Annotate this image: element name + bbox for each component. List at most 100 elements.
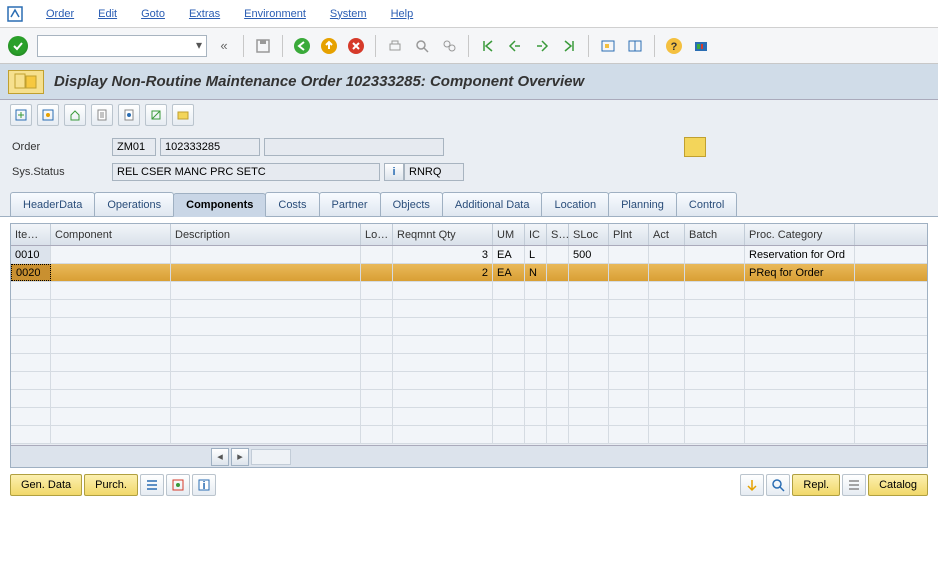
col-item[interactable]: Ite… [11,224,51,245]
purch-button[interactable]: Purch. [84,474,138,496]
repl-button[interactable]: Repl. [792,474,840,496]
col-description[interactable]: Description [171,224,361,245]
separator [375,35,376,57]
tab-costs[interactable]: Costs [265,192,319,216]
menu-order[interactable]: Order [46,8,74,20]
user-status-field: RNRQ [404,163,464,181]
col-s[interactable]: S… [547,224,569,245]
last-page-icon[interactable] [557,34,581,58]
col-plnt[interactable]: Plnt [609,224,649,245]
cell-sloc: 500 [569,246,609,263]
menu-environment[interactable]: Environment [244,8,306,20]
catalog-button[interactable]: Catalog [868,474,928,496]
cancel-icon[interactable] [344,34,368,58]
app-btn-5[interactable] [118,104,140,126]
scroll-right-icon[interactable]: ▸ [231,448,249,466]
grid-body: 0010 3 EA L 500 Reservation for Ord 0020… [11,246,927,445]
first-page-icon[interactable] [476,34,500,58]
col-act[interactable]: Act [649,224,685,245]
command-field[interactable] [37,35,207,57]
grid-row[interactable]: 0010 3 EA L 500 Reservation for Ord [11,246,927,264]
menu-system[interactable]: System [330,8,367,20]
cell-um: EA [493,246,525,263]
tab-additional-data[interactable]: Additional Data [442,192,543,216]
cell-lo [361,246,393,263]
scroll-left-icon[interactable]: ◂ [211,448,229,466]
list-icon[interactable] [140,474,164,496]
title-bar: Display Non-Routine Maintenance Order 10… [0,64,938,100]
cell-desc [171,264,361,281]
tab-location[interactable]: Location [541,192,609,216]
cell-ic: N [525,264,547,281]
col-component[interactable]: Component [51,224,171,245]
find-icon[interactable] [410,34,434,58]
menu-bar: Order Edit Goto Extras Environment Syste… [0,0,938,28]
help-icon[interactable]: ? [662,34,686,58]
order-desc-field [264,138,444,156]
col-um[interactable]: UM [493,224,525,245]
menu-goto[interactable]: Goto [141,8,165,20]
grid-row[interactable]: 0020 2 EA N PReq for Order [11,264,927,282]
status-info-icon[interactable]: i [384,163,404,181]
col-reqmnt-qty[interactable]: Reqmnt Qty [393,224,493,245]
col-proc-category[interactable]: Proc. Category [745,224,855,245]
customize-icon[interactable] [689,34,713,58]
tab-headerdata[interactable]: HeaderData [10,192,95,216]
assign-icon[interactable] [740,474,764,496]
gen-data-button[interactable]: Gen. Data [10,474,82,496]
tab-planning[interactable]: Planning [608,192,677,216]
prev-page-icon[interactable] [503,34,527,58]
cell-component [51,264,171,281]
app-btn-4[interactable] [91,104,113,126]
standard-toolbar: « ? [0,28,938,64]
tab-control[interactable]: Control [676,192,737,216]
tab-components[interactable]: Components [173,193,266,217]
find-next-icon[interactable] [437,34,461,58]
new-session-icon[interactable] [596,34,620,58]
info-icon[interactable]: i [192,474,216,496]
col-ic[interactable]: IC [525,224,547,245]
save-icon[interactable] [251,34,275,58]
menu-help[interactable]: Help [391,8,414,20]
app-btn-1[interactable] [10,104,32,126]
tab-objects[interactable]: Objects [380,192,443,216]
next-page-icon[interactable] [530,34,554,58]
grid-row-empty [11,318,927,336]
grid-row-empty [11,372,927,390]
app-btn-7[interactable] [172,104,194,126]
exit-icon[interactable] [317,34,341,58]
cell-item[interactable]: 0010 [11,246,51,263]
cell-component [51,246,171,263]
find-component-icon[interactable] [766,474,790,496]
col-batch[interactable]: Batch [685,224,745,245]
back-icon[interactable] [290,34,314,58]
tab-partner[interactable]: Partner [319,192,381,216]
grid-row-empty [11,282,927,300]
app-btn-2[interactable] [37,104,59,126]
separator [243,35,244,57]
col-sloc[interactable]: SLoc [569,224,609,245]
col-lo[interactable]: Lo… [361,224,393,245]
print-icon[interactable] [383,34,407,58]
enter-icon[interactable] [8,36,28,56]
app-btn-6[interactable] [145,104,167,126]
menu-edit[interactable]: Edit [98,8,117,20]
folder-icon[interactable] [684,137,706,157]
catalog-list-icon[interactable] [842,474,866,496]
collapse-icon[interactable]: « [212,34,236,58]
grid-row-empty [11,408,927,426]
graphic-icon[interactable] [166,474,190,496]
order-label: Order [12,141,112,153]
order-number-field: 102333285 [160,138,260,156]
grid-row-empty [11,390,927,408]
cell-item[interactable]: 0020 [11,264,51,281]
app-btn-3[interactable] [64,104,86,126]
menu-extras[interactable]: Extras [189,8,220,20]
layout-icon[interactable] [623,34,647,58]
scroll-track[interactable] [251,449,291,465]
cell-sloc [569,264,609,281]
grid-row-empty [11,300,927,318]
cell-act [649,264,685,281]
tab-operations[interactable]: Operations [94,192,174,216]
grid-scrollbar[interactable]: ◂ ▸ [11,445,927,467]
